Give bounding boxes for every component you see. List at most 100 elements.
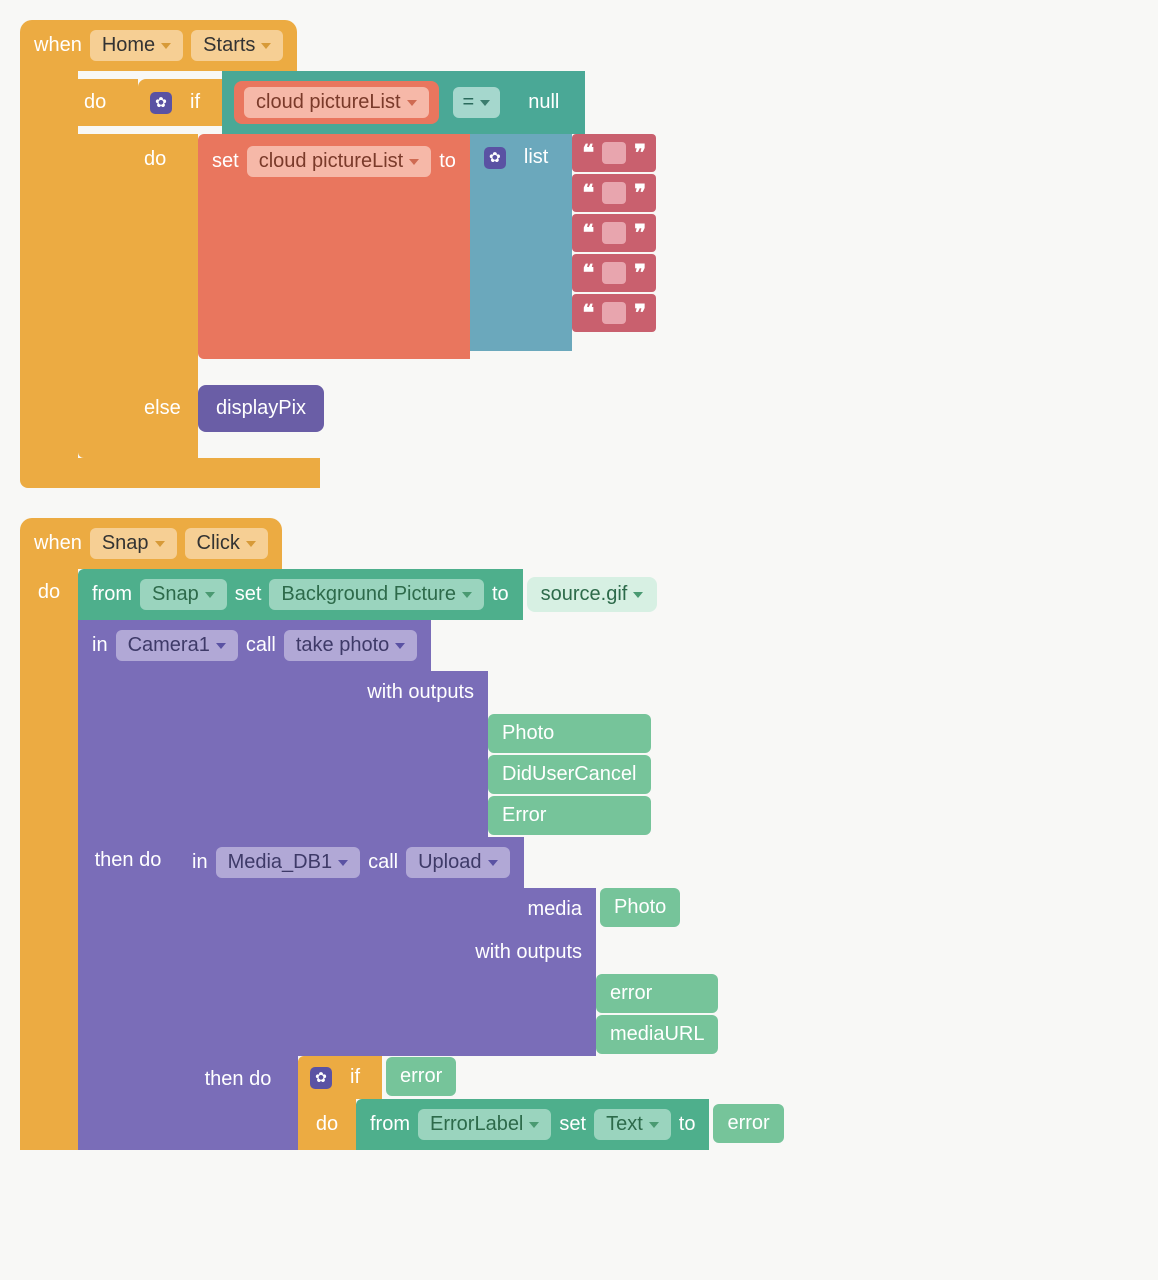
in-keyword: in [192, 851, 208, 874]
to-keyword: to [492, 583, 509, 606]
chevron-down-icon [462, 592, 472, 598]
event-dropdown[interactable]: Click [185, 528, 268, 559]
when-keyword: when [34, 532, 82, 555]
set-property-block[interactable]: from Snap set Background Picture to [78, 569, 523, 620]
chevron-down-icon [409, 159, 419, 165]
chevron-down-icon [649, 1122, 659, 1128]
chevron-down-icon [338, 860, 348, 866]
cloud-variable-dropdown[interactable]: cloud pictureList [247, 146, 432, 177]
component-dropdown[interactable]: Camera1 [116, 630, 238, 661]
set-errorlabel-text-block[interactable]: from ErrorLabel set Text [356, 1099, 709, 1150]
close-quote-icon: ❞ [634, 300, 646, 326]
chevron-down-icon [480, 100, 490, 106]
component-dropdown[interactable]: ErrorLabel [418, 1109, 551, 1140]
media-label: media [528, 898, 582, 920]
property-dropdown[interactable]: Text [594, 1109, 671, 1140]
text-input[interactable] [602, 222, 626, 244]
in-keyword: in [92, 634, 108, 657]
screen-dropdown[interactable]: Home [90, 30, 183, 61]
close-quote-icon: ❞ [634, 140, 646, 166]
output-error[interactable]: Error [488, 796, 651, 835]
event-hat[interactable]: when Snap Click [20, 518, 282, 569]
null-block[interactable]: null [514, 85, 573, 120]
chevron-down-icon [155, 541, 165, 547]
set-variable-block[interactable]: set cloud pictureList to [198, 134, 470, 189]
cloud-variable-dropdown[interactable]: cloud pictureList [244, 87, 429, 118]
equals-block[interactable]: cloud pictureList = null [222, 71, 585, 134]
set-keyword: set [235, 583, 262, 606]
do-label: do [138, 134, 198, 359]
gear-icon[interactable]: ✿ [150, 92, 172, 114]
from-keyword: from [92, 583, 132, 606]
chevron-down-icon [161, 43, 171, 49]
with-outputs-label: with outputs [475, 941, 582, 963]
method-dropdown[interactable]: take photo [284, 630, 417, 661]
call-upload-block[interactable]: in Media_DB1 call Upload [178, 837, 524, 888]
event-hat[interactable]: when Home Starts [20, 20, 297, 71]
then-do-label: then do [95, 849, 162, 872]
do-label: do [38, 581, 60, 604]
to-keyword: to [439, 150, 456, 173]
text-input[interactable] [602, 302, 626, 324]
text-input[interactable] [602, 262, 626, 284]
text-string-block[interactable]: ❝ ❞ [572, 174, 656, 212]
set-keyword: set [212, 150, 239, 173]
if-block[interactable]: ✿ if [138, 79, 222, 126]
chevron-down-icon [205, 592, 215, 598]
text-string-block[interactable]: ❝ ❞ [572, 294, 656, 332]
method-dropdown[interactable]: Upload [406, 847, 509, 878]
property-dropdown[interactable]: Background Picture [269, 579, 484, 610]
open-quote-icon: ❝ [582, 180, 594, 206]
text-input[interactable] [602, 182, 626, 204]
photo-variable[interactable]: Photo [600, 888, 680, 927]
if-keyword: if [180, 91, 210, 114]
gear-icon[interactable]: ✿ [484, 147, 506, 169]
output-photo[interactable]: Photo [488, 714, 651, 753]
close-quote-icon: ❞ [634, 180, 646, 206]
chevron-down-icon [246, 541, 256, 547]
chevron-down-icon [261, 43, 271, 49]
list-keyword: list [514, 146, 558, 169]
then-do-label: then do [205, 1068, 272, 1091]
do-label: do [316, 1113, 338, 1136]
error-variable[interactable]: error [713, 1104, 783, 1143]
displaypix-call-block[interactable]: displayPix [198, 385, 324, 432]
text-string-block[interactable]: ❝ ❞ [572, 254, 656, 292]
when-home-starts-block[interactable]: when Home Starts do ✿ if [20, 20, 1138, 488]
list-block[interactable]: ✿ list [470, 134, 572, 181]
chevron-down-icon [395, 643, 405, 649]
when-snap-click-block[interactable]: when Snap Click do from Snap [20, 518, 1138, 1150]
call-method-block[interactable]: in Camera1 call take photo [78, 620, 431, 671]
asset-dropdown[interactable]: source.gif [527, 577, 658, 612]
component-dropdown[interactable]: Snap [90, 528, 177, 559]
text-string-block[interactable]: ❝ ❞ [572, 214, 656, 252]
if-block[interactable]: ✿ if [298, 1056, 382, 1099]
when-keyword: when [34, 34, 82, 57]
open-quote-icon: ❝ [582, 300, 594, 326]
component-dropdown[interactable]: Snap [140, 579, 227, 610]
chevron-down-icon [529, 1122, 539, 1128]
output-error[interactable]: error [596, 974, 718, 1013]
output-mediaurl[interactable]: mediaURL [596, 1015, 718, 1054]
gear-icon[interactable]: ✿ [310, 1067, 332, 1089]
if-keyword: if [340, 1066, 370, 1089]
component-dropdown[interactable]: Media_DB1 [216, 847, 361, 878]
open-quote-icon: ❝ [582, 260, 594, 286]
chevron-down-icon [407, 100, 417, 106]
with-outputs-label: with outputs [367, 681, 474, 703]
operator-dropdown[interactable]: = [453, 87, 501, 118]
error-variable[interactable]: error [386, 1057, 456, 1096]
chevron-down-icon [633, 592, 643, 598]
text-string-block[interactable]: ❝ ❞ [572, 134, 656, 172]
close-quote-icon: ❞ [634, 260, 646, 286]
variable-get-block[interactable]: cloud pictureList [234, 81, 439, 124]
close-quote-icon: ❞ [634, 220, 646, 246]
output-didusercancel[interactable]: DidUserCancel [488, 755, 651, 794]
open-quote-icon: ❝ [582, 220, 594, 246]
text-input[interactable] [602, 142, 626, 164]
event-dropdown[interactable]: Starts [191, 30, 283, 61]
set-keyword: set [559, 1113, 586, 1136]
to-keyword: to [679, 1113, 696, 1136]
else-label: else [138, 383, 198, 434]
chevron-down-icon [216, 643, 226, 649]
